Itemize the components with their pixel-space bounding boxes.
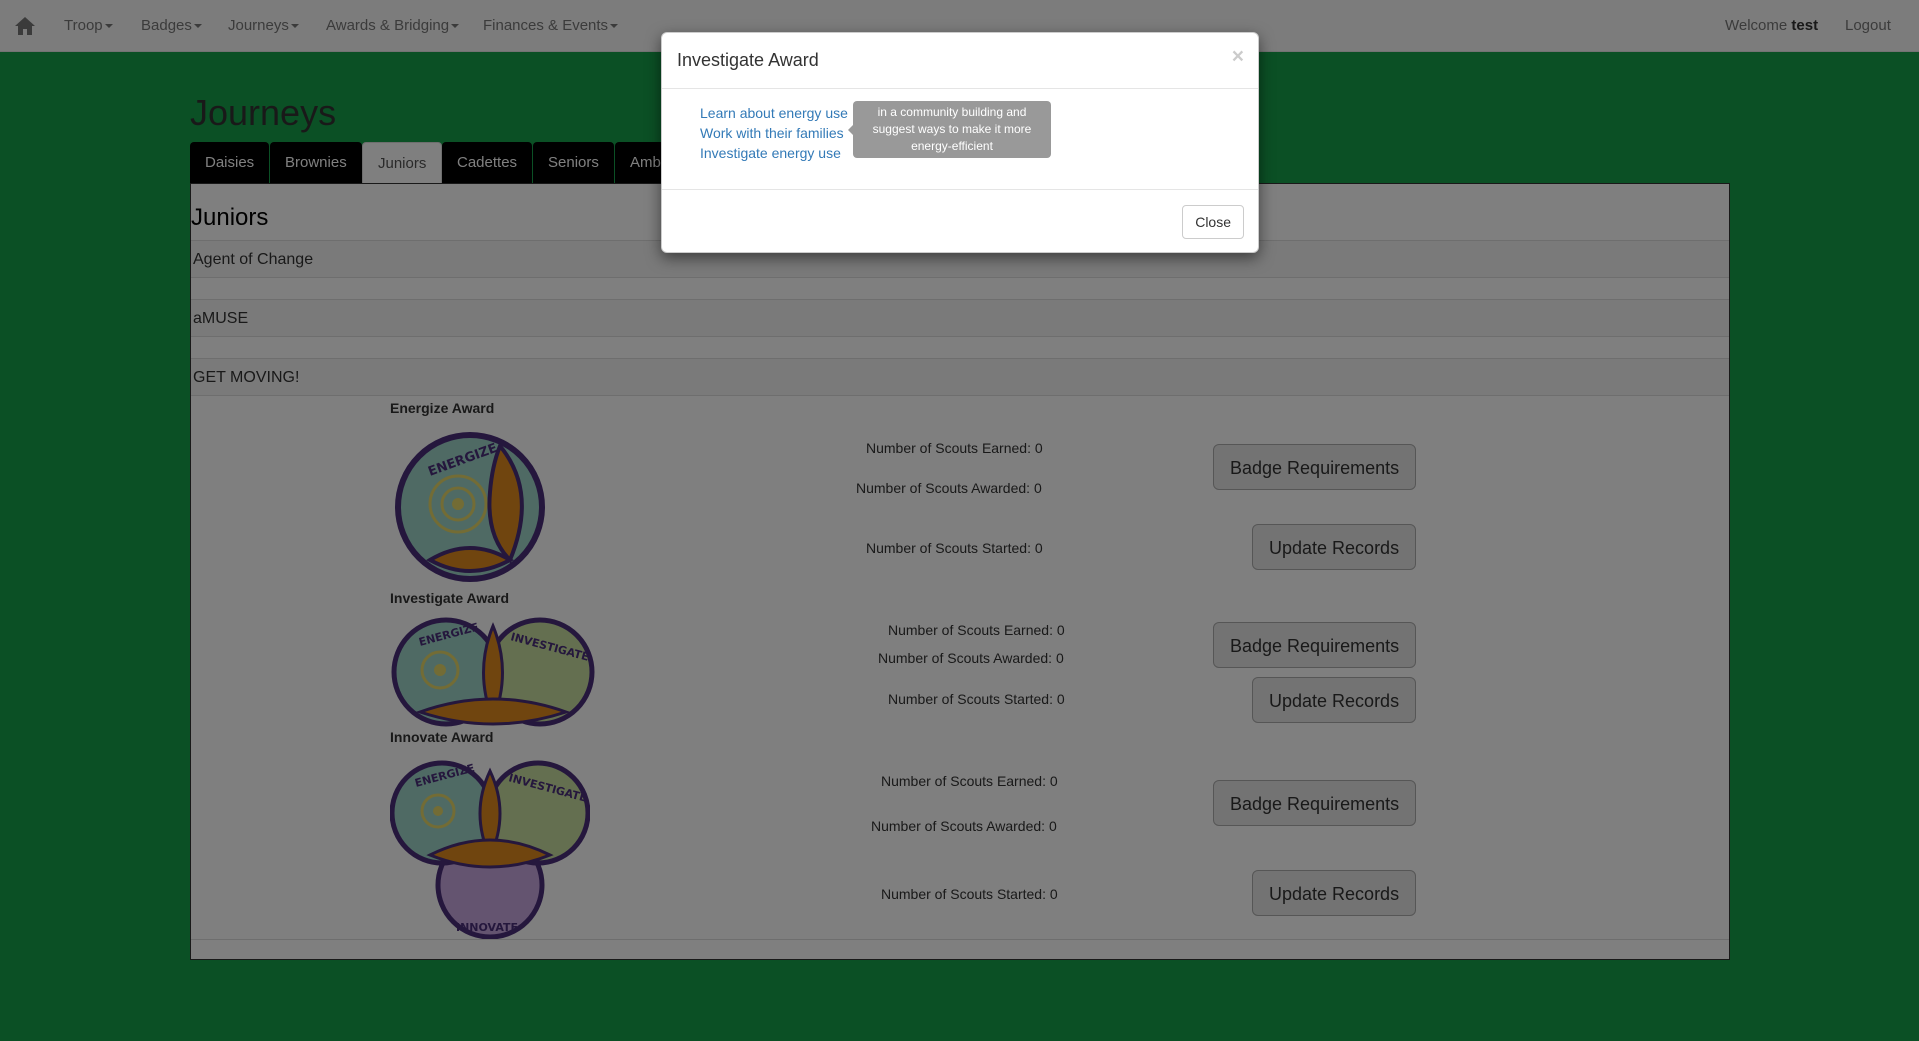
requirement-link-learn-energy[interactable]: Learn about energy use [700, 105, 848, 121]
tooltip-text: in a community building and suggest ways… [872, 105, 1032, 153]
requirement-link-work-families[interactable]: Work with their families [700, 125, 844, 141]
modal-header: Investigate Award × [662, 33, 1258, 89]
tooltip-arrow [848, 125, 853, 135]
modal-title: Investigate Award [677, 50, 819, 70]
requirement-tooltip: in a community building and suggest ways… [848, 101, 1051, 158]
investigate-award-modal: Investigate Award × Learn about energy u… [661, 32, 1259, 253]
modal-footer: Close [662, 189, 1258, 252]
close-icon[interactable]: × [1232, 45, 1244, 69]
requirement-link-investigate-energy[interactable]: Investigate energy use [700, 145, 841, 161]
close-button[interactable]: Close [1182, 205, 1244, 239]
